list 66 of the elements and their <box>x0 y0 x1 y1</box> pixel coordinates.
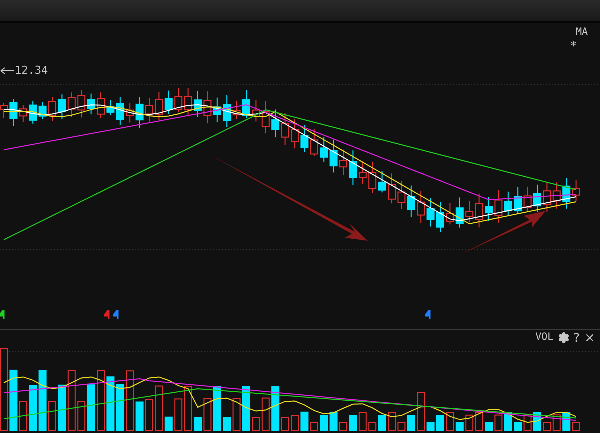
volume-bar <box>106 376 115 432</box>
volume-bar <box>29 385 38 432</box>
flag-icon <box>104 310 110 319</box>
candlestick <box>87 93 96 116</box>
indicator-label: MA <box>576 28 588 38</box>
volume-bar <box>485 422 493 432</box>
candlestick <box>164 90 173 115</box>
candlestick <box>242 90 250 119</box>
candlestick <box>407 185 416 218</box>
volume-bar <box>242 386 250 432</box>
candlestick <box>330 139 338 174</box>
volume-bar <box>38 370 47 432</box>
candlestick <box>184 88 192 116</box>
candlestick <box>436 202 444 233</box>
candlestick <box>58 94 66 120</box>
candlestick <box>534 184 542 213</box>
candlestick <box>38 102 47 120</box>
close-icon[interactable] <box>584 332 596 344</box>
flag-icon <box>0 310 5 319</box>
volume-bar <box>213 386 222 432</box>
candlestick <box>543 182 552 213</box>
indicator-mark: * <box>570 40 578 52</box>
volume-bar <box>58 384 66 432</box>
candlestick <box>504 191 512 216</box>
volume-label: VOL <box>536 333 554 343</box>
candlestick <box>310 128 318 157</box>
candlestick <box>48 96 56 122</box>
candlestick <box>456 197 464 228</box>
candlestick <box>194 90 202 118</box>
candlestick <box>291 118 299 150</box>
help-button[interactable]: ? <box>574 332 580 344</box>
flag-icon <box>113 310 119 319</box>
candlestick <box>388 173 396 204</box>
volume-bar <box>116 384 124 432</box>
candlestick <box>514 186 522 214</box>
volume-bar <box>436 415 444 432</box>
candlestick <box>552 182 561 210</box>
flag-icon <box>425 310 431 319</box>
settings-icon[interactable] <box>558 332 570 344</box>
candlestick <box>398 180 406 210</box>
candlestick <box>272 109 280 138</box>
candlestick <box>97 92 105 119</box>
volume-bar <box>194 417 202 432</box>
candlestick <box>426 198 435 228</box>
candlestick <box>146 98 154 122</box>
candlestick <box>340 149 348 176</box>
candlestick <box>281 112 290 146</box>
candlestick <box>78 90 86 118</box>
candlestick <box>485 196 493 222</box>
candlestick <box>494 190 503 224</box>
candlestick <box>446 202 454 226</box>
candlestick <box>29 100 38 124</box>
candlestick <box>68 92 76 118</box>
candlestick <box>320 136 328 162</box>
arrow-icon <box>0 66 14 74</box>
candlestick <box>155 91 164 122</box>
volume-bar <box>349 415 358 432</box>
candlestick <box>417 191 426 224</box>
volume-bar <box>330 412 338 432</box>
price-label: 12.34 <box>15 65 48 76</box>
candlestick <box>174 88 183 113</box>
volume-bar <box>320 415 328 432</box>
candlestick <box>300 124 309 153</box>
candlestick <box>524 186 532 212</box>
candlestick <box>204 91 212 124</box>
candlestick <box>213 97 222 123</box>
